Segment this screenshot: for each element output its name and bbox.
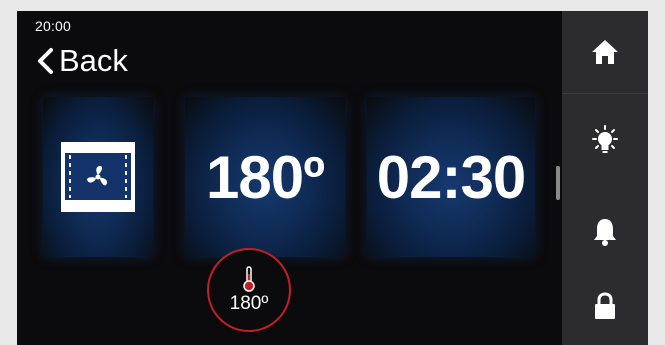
temperature-value: 180º	[205, 143, 325, 211]
scroll-indicator[interactable]	[556, 166, 560, 200]
sidebar	[562, 11, 648, 345]
back-button[interactable]: Back	[36, 41, 128, 81]
timer-value: 02:30	[376, 143, 526, 211]
alarm-button[interactable]	[562, 194, 648, 270]
temperature-tile[interactable]: 180º	[185, 97, 345, 257]
thermometer-icon	[243, 265, 255, 292]
sidebar-divider	[562, 93, 648, 94]
chevron-left-icon	[38, 48, 53, 74]
core-probe-button[interactable]: 180º	[207, 248, 291, 332]
light-button[interactable]	[562, 103, 648, 179]
timer-tile[interactable]: 02:30	[367, 97, 535, 257]
home-icon	[592, 40, 618, 64]
home-button[interactable]	[562, 14, 648, 90]
fan-convection-icon	[61, 142, 135, 212]
status-time: 20:00	[35, 18, 72, 34]
lock-icon	[595, 292, 615, 319]
back-label: Back	[59, 43, 128, 78]
lock-button[interactable]	[562, 268, 648, 344]
oven-display: 20:00 Back 180º 02:30 180º	[17, 11, 648, 345]
core-probe-value: 180º	[229, 292, 269, 314]
bell-icon	[594, 219, 616, 246]
cooking-mode-tile[interactable]	[43, 97, 153, 257]
lightbulb-icon	[592, 125, 618, 153]
